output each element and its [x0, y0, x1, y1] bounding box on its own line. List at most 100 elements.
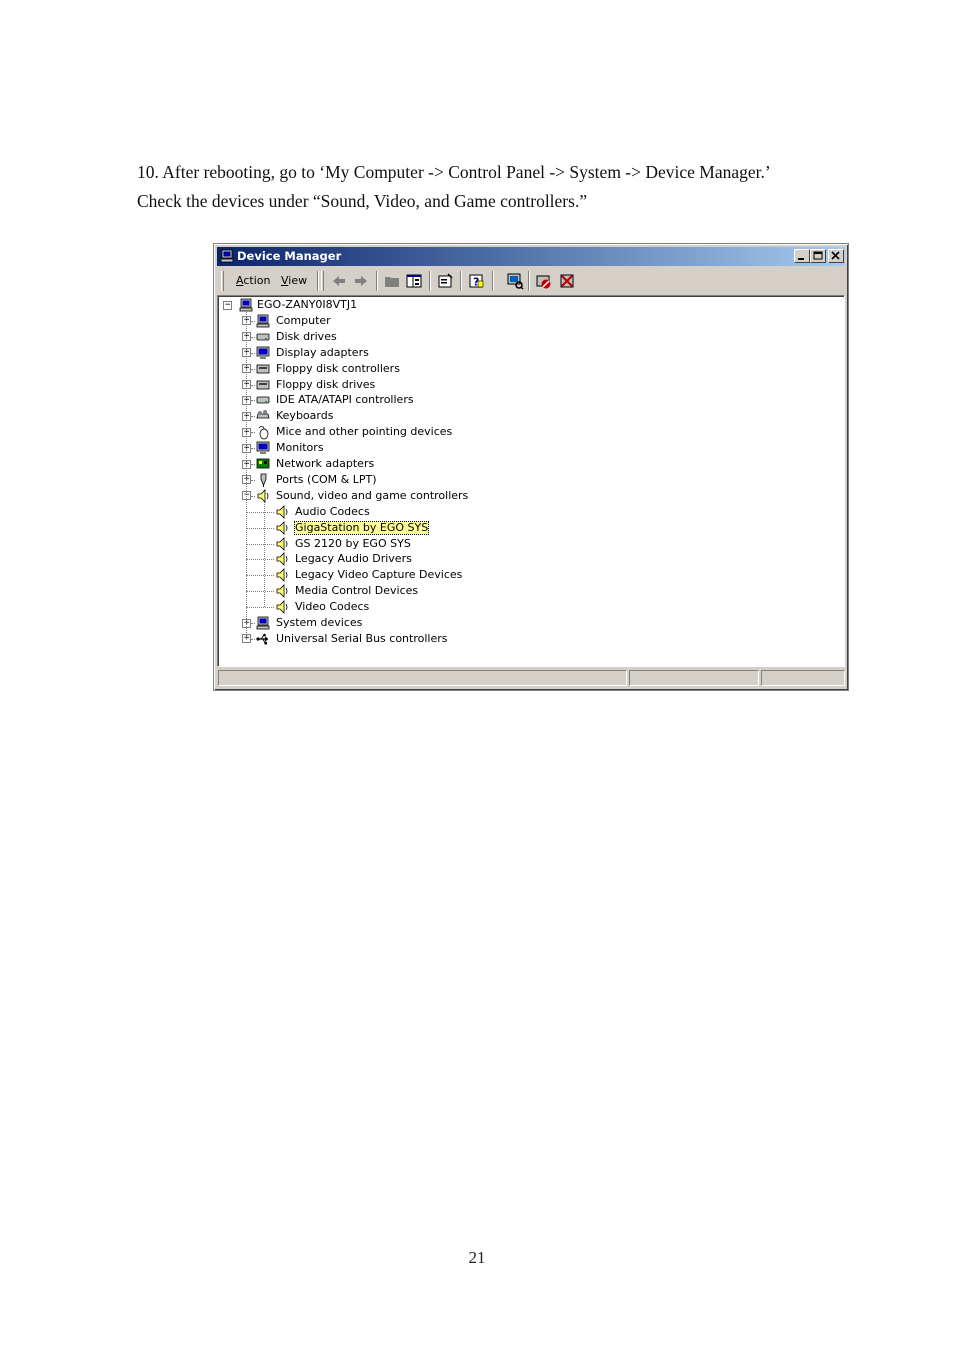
- tree-connector: [246, 607, 274, 609]
- status-panel: [629, 670, 759, 686]
- toolbar-grip[interactable]: [221, 271, 224, 291]
- tree-connector: [251, 623, 255, 624]
- tree-item-label: Legacy Video Capture Devices: [295, 568, 463, 582]
- tree-item-label: Display adapters: [276, 345, 369, 359]
- floppy-icon: [256, 380, 270, 389]
- menu-action[interactable]: Action: [236, 274, 270, 287]
- instruction-text: 10. After rebooting, go to ‘My Computer …: [137, 158, 821, 216]
- tree-item[interactable]: Video Codecs: [218, 599, 838, 615]
- tree-item-label: EGO-ZANY0I8VTJ1: [257, 298, 358, 311]
- tree-item-label: Floppy disk drives: [276, 377, 376, 391]
- tree-item-label: Video Codecs: [295, 600, 370, 614]
- tree-item-label: Network adapters: [276, 457, 375, 470]
- close-icon: [831, 251, 840, 260]
- tree-connector: [251, 479, 255, 481]
- maximize-button[interactable]: [810, 249, 826, 263]
- tree-item[interactable]: Sound, video and game controllers: [218, 488, 838, 504]
- toolbar-grip[interactable]: [321, 271, 324, 291]
- tree-connector: [251, 416, 255, 418]
- tree-connector: [251, 352, 255, 354]
- tree-item-label: Keyboards: [276, 409, 334, 423]
- minimize-icon: [798, 258, 804, 260]
- tree-item[interactable]: Network adapters: [218, 456, 838, 472]
- tree-connector: [246, 511, 274, 513]
- tree-item[interactable]: Floppy disk drives: [218, 377, 838, 393]
- tree-connector: [246, 591, 274, 593]
- status-panel: [218, 670, 627, 686]
- folder-icon[interactable]: [383, 272, 401, 290]
- minimize-button[interactable]: [794, 249, 810, 263]
- collapse-toggle[interactable]: −: [223, 299, 232, 310]
- title-bar[interactable]: Device Manager: [217, 247, 845, 266]
- tree-item[interactable]: Keyboards: [218, 408, 838, 424]
- toolbar-separator: [460, 271, 462, 291]
- help-icon[interactable]: ?: [467, 272, 485, 290]
- speaker-icon: [276, 600, 288, 615]
- tree-item[interactable]: Display adapters: [218, 345, 838, 361]
- speaker-icon: [276, 584, 288, 599]
- network-adapter-icon: [256, 458, 270, 469]
- tree-connector: [251, 638, 255, 640]
- forward-arrow-icon[interactable]: [352, 272, 370, 290]
- tree-item[interactable]: IDE ATA/ATAPI controllers: [218, 392, 838, 408]
- speaker-icon: [276, 552, 288, 567]
- tree-item[interactable]: Computer: [218, 313, 838, 329]
- toggle-glyph: −: [225, 299, 231, 310]
- uninstall-device-icon[interactable]: [558, 272, 576, 290]
- tree-item-label: IDE ATA/ATAPI controllers: [276, 393, 414, 407]
- toolbar-separator: [429, 271, 431, 291]
- tree-connector: [251, 464, 255, 465]
- tree-item[interactable]: GigaStation by EGO SYS: [218, 520, 838, 536]
- tree-item[interactable]: Disk drives: [218, 329, 838, 345]
- tree-item-label: GigaStation by EGO SYS: [294, 520, 430, 535]
- tree-connector: [251, 448, 255, 450]
- speaker-icon: [276, 568, 288, 583]
- status-panel: [761, 670, 845, 686]
- tree-item[interactable]: Universal Serial Bus controllers: [218, 631, 838, 647]
- tree-item[interactable]: Media Control Devices: [218, 583, 838, 599]
- keyboard-icon: [256, 410, 270, 419]
- computer-icon: [256, 616, 270, 630]
- speaker-icon: [276, 536, 288, 551]
- tree-item[interactable]: Mice and other pointing devices: [218, 424, 838, 440]
- disable-device-icon[interactable]: [535, 272, 553, 290]
- speaker-icon: [276, 520, 288, 535]
- tree-connector: [264, 501, 265, 608]
- tree-item[interactable]: EGO-ZANY0I8VTJ1: [218, 297, 838, 313]
- tree-connector: [251, 495, 255, 497]
- tree-connector: [251, 320, 255, 322]
- tree-item[interactable]: Legacy Audio Drivers: [218, 551, 838, 567]
- status-bar: [217, 669, 845, 687]
- computer-icon: [220, 249, 234, 263]
- tree-item[interactable]: Audio Codecs: [218, 504, 838, 520]
- tree-connector: [251, 400, 255, 402]
- tree-item[interactable]: Legacy Video Capture Devices: [218, 567, 838, 583]
- tree-item[interactable]: Monitors: [218, 440, 838, 456]
- tree-item[interactable]: GS 2120 by EGO SYS: [218, 536, 838, 552]
- disk-drive-icon: [256, 396, 270, 404]
- monitor-icon: [256, 346, 270, 359]
- usb-icon: [256, 633, 268, 645]
- tree-item-label: GS 2120 by EGO SYS: [295, 536, 411, 550]
- tree-item-label: Computer: [276, 313, 331, 327]
- mouse-icon: [258, 426, 269, 440]
- tree-item-label: Mice and other pointing devices: [276, 425, 453, 439]
- tree-item[interactable]: Floppy disk controllers: [218, 361, 838, 377]
- menu-view[interactable]: View: [281, 274, 307, 287]
- device-tree[interactable]: EGO-ZANY0I8VTJ1− Computer + Disk drives + Dis…: [217, 295, 845, 667]
- toolbar: Action View ?: [217, 268, 845, 294]
- tree-connector: [246, 559, 274, 561]
- close-button[interactable]: [828, 249, 844, 263]
- computer-icon: [256, 314, 270, 328]
- tree-item[interactable]: System devices: [218, 615, 838, 631]
- toolbar-separator: [528, 271, 530, 291]
- toolbar-separator: [492, 271, 494, 291]
- tree-item[interactable]: Ports (COM & LPT): [218, 472, 838, 488]
- show-hide-tree-icon[interactable]: [405, 272, 423, 290]
- floppy-icon: [256, 364, 270, 373]
- properties-icon[interactable]: [436, 272, 454, 290]
- back-arrow-icon[interactable]: [330, 272, 348, 290]
- scan-hardware-icon[interactable]: [506, 272, 524, 290]
- page-number: 21: [468, 1248, 486, 1267]
- tree-connector: [246, 543, 274, 545]
